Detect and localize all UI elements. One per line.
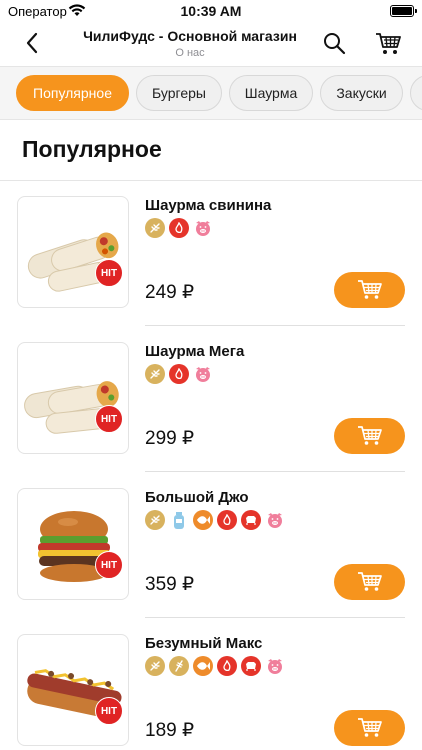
product-price: 359 ₽: [145, 574, 195, 595]
product-name: Шаурма Мега: [145, 343, 245, 360]
cart-icon: [357, 718, 382, 737]
product-name: Шаурма свинина: [145, 197, 272, 214]
product-name: Большой Джо: [145, 489, 249, 506]
chili-icon: [169, 364, 189, 384]
section-title: Популярное: [22, 136, 162, 162]
wheat-icon: [145, 656, 165, 676]
product-row[interactable]: HIT Шаурма свинина 249 ₽: [0, 180, 422, 326]
ingredient-icons: [145, 364, 213, 384]
cow-icon: [241, 510, 261, 530]
hit-badge: HIT: [95, 551, 123, 579]
search-icon[interactable]: [321, 30, 347, 56]
fish-icon: [193, 510, 213, 530]
chili-icon: [217, 510, 237, 530]
tab-burgers[interactable]: Бургеры: [136, 75, 222, 111]
wheat-icon: [145, 364, 165, 384]
tab-popular[interactable]: Популярное: [16, 75, 129, 111]
about-link[interactable]: О нас: [60, 47, 320, 59]
store-title: ЧилиФудс - Основной магазин: [83, 28, 297, 44]
ingredient-icons: [145, 656, 285, 676]
product-row[interactable]: HIT Большой Джо 359 ₽: [0, 472, 422, 618]
back-chevron-icon[interactable]: [20, 30, 46, 56]
product-name: Безумный Макс: [145, 635, 263, 652]
tab-shawarma[interactable]: Шаурма: [229, 75, 313, 111]
category-tabs: Популярное Бургеры Шаурма Закуски: [0, 66, 422, 120]
pig-icon: [193, 364, 213, 384]
add-to-cart-button[interactable]: [334, 272, 405, 308]
pig-icon: [265, 510, 285, 530]
clock: 10:39 AM: [180, 3, 242, 19]
add-to-cart-button[interactable]: [334, 710, 405, 746]
cart-icon: [357, 280, 382, 299]
battery-icon: [390, 5, 417, 17]
nav-bar: ЧилиФудс - Основной магазин О нас: [0, 24, 422, 66]
wheat-icon: [145, 510, 165, 530]
add-to-cart-button[interactable]: [334, 418, 405, 454]
cart-icon[interactable]: [373, 28, 403, 58]
product-row[interactable]: HIT Безумный Макс 189 ₽: [0, 618, 422, 750]
cow-icon: [241, 656, 261, 676]
product-image: [17, 196, 129, 308]
product-price: 189 ₽: [145, 720, 195, 741]
tab-snacks[interactable]: Закуски: [320, 75, 403, 111]
cart-icon: [357, 572, 382, 591]
product-image: [17, 634, 129, 746]
cart-icon: [357, 426, 382, 445]
product-image: [17, 488, 129, 600]
pig-icon: [193, 218, 213, 238]
ingredient-icons: [145, 218, 213, 238]
ingredient-icons: [145, 510, 285, 530]
product-row[interactable]: HIT Шаурма Мега 299 ₽: [0, 326, 422, 472]
hit-badge: HIT: [95, 697, 123, 725]
status-bar: Оператор 10:39 AM: [0, 0, 422, 24]
product-price: 299 ₽: [145, 428, 195, 449]
bottle-icon: [169, 510, 189, 530]
product-price: 249 ₽: [145, 282, 195, 303]
pig-icon: [265, 656, 285, 676]
hit-badge: HIT: [95, 259, 123, 287]
wheat-icon: [145, 218, 165, 238]
chili-icon: [217, 656, 237, 676]
add-to-cart-button[interactable]: [334, 564, 405, 600]
chili-icon: [169, 218, 189, 238]
tab-more[interactable]: [410, 75, 422, 111]
product-image: [17, 342, 129, 454]
hit-badge: HIT: [95, 405, 123, 433]
fish-icon: [193, 656, 213, 676]
wheat-icon: [169, 656, 189, 676]
